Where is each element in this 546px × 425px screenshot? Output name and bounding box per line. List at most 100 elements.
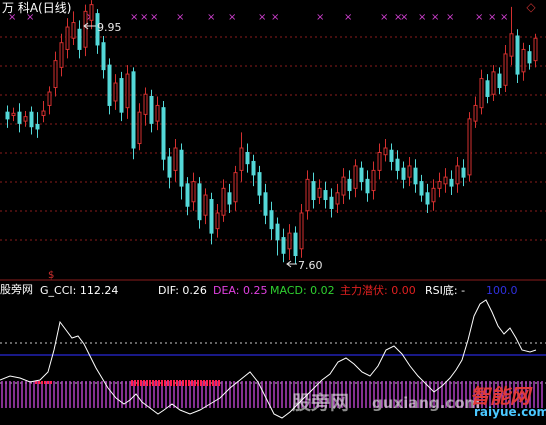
- signal-marker: ×: [380, 12, 388, 23]
- candle: [29, 106, 34, 135]
- candle-body: [281, 237, 286, 254]
- candle: [425, 183, 430, 213]
- candle: [161, 100, 166, 171]
- candle: [275, 217, 280, 256]
- candle: [485, 74, 490, 104]
- signal-marker: ×: [400, 12, 408, 23]
- candle: [197, 177, 202, 229]
- candle: [449, 170, 454, 196]
- candle-body: [341, 176, 346, 196]
- candle: [239, 132, 244, 182]
- signal-marker: ×: [344, 12, 352, 23]
- candle-body: [179, 149, 184, 187]
- candle: [53, 51, 58, 97]
- indicator-value-dif: DIF: 0.26: [158, 284, 207, 297]
- signal-marker: ×: [431, 12, 439, 23]
- low-price-label: 7.60: [298, 259, 323, 272]
- signal-marker: ×: [475, 12, 483, 23]
- candle: [35, 112, 40, 138]
- candle-body: [53, 60, 58, 89]
- candle-body: [173, 147, 178, 171]
- candle-body: [389, 149, 394, 162]
- stock-chart[interactable]: ×××××××××××××××××××××× $: [0, 0, 546, 425]
- candle: [65, 18, 70, 59]
- candle-body: [197, 183, 202, 221]
- signal-marker: ×: [140, 12, 148, 23]
- candle-body: [143, 93, 148, 115]
- indicator-value-macd: MACD: 0.02: [270, 284, 335, 297]
- diamond-icon[interactable]: ◇: [525, 1, 537, 13]
- candle: [365, 170, 370, 202]
- candle: [473, 96, 478, 128]
- candle-body: [191, 181, 196, 203]
- candle: [359, 161, 364, 191]
- candle: [179, 143, 184, 200]
- candle-body: [107, 64, 112, 106]
- candle: [533, 33, 538, 68]
- signal-marker: ×: [207, 12, 215, 23]
- candle-body: [305, 178, 310, 212]
- candle: [245, 143, 250, 173]
- candle-body: [185, 183, 190, 207]
- candle: [437, 172, 442, 198]
- candle-body: [311, 181, 316, 201]
- signal-marker: ×: [488, 12, 496, 23]
- candle: [383, 139, 388, 162]
- candlestick-series[interactable]: [5, 0, 538, 265]
- candle: [215, 204, 220, 238]
- candle: [209, 192, 214, 245]
- indicator-value-rsi-bottom: RSI底: -: [425, 284, 466, 297]
- signal-marker: ×: [228, 12, 236, 23]
- candle-body: [125, 73, 130, 109]
- candle-body: [329, 196, 334, 209]
- candle-body: [149, 95, 154, 124]
- candle: [497, 67, 502, 95]
- candle-body: [371, 169, 376, 192]
- candle-body: [395, 158, 400, 171]
- candle: [461, 159, 466, 187]
- candle-body: [233, 172, 238, 203]
- candle-body: [65, 26, 70, 50]
- candle-body: [23, 116, 28, 122]
- candle-body: [215, 212, 220, 230]
- candle-body: [47, 91, 52, 106]
- candle: [323, 181, 328, 209]
- candle-body: [443, 176, 448, 185]
- candle: [287, 224, 292, 260]
- watermark-left: 股旁网: [292, 392, 350, 414]
- candle-body: [167, 156, 172, 178]
- candle: [521, 42, 526, 81]
- candle: [293, 226, 298, 265]
- candle: [455, 156, 460, 193]
- candle-body: [377, 151, 382, 171]
- candle-body: [29, 111, 34, 128]
- candle-body: [509, 33, 514, 57]
- signal-marker: ×: [500, 12, 508, 23]
- candle: [107, 58, 112, 115]
- signal-marker: ×: [316, 12, 324, 23]
- candle: [185, 177, 190, 216]
- candle: [371, 161, 376, 200]
- candle: [389, 143, 394, 171]
- price-gridlines: [0, 36, 546, 241]
- indicator-value-cci: G_CCI: 112.24: [40, 284, 119, 297]
- candle-body: [11, 112, 16, 117]
- candle: [413, 159, 418, 193]
- candle: [11, 107, 16, 122]
- candle-body: [515, 35, 520, 75]
- candle-body: [353, 165, 358, 189]
- candle: [17, 103, 22, 133]
- candle: [227, 183, 232, 213]
- candle-body: [335, 192, 340, 205]
- candle-body: [161, 107, 166, 160]
- candle: [137, 103, 142, 151]
- candle-body: [239, 147, 244, 171]
- candle-body: [425, 192, 430, 205]
- candle-body: [227, 192, 232, 205]
- candle-body: [365, 178, 370, 194]
- candle-body: [269, 210, 274, 230]
- watermark-site: guxiang.com: [372, 394, 481, 412]
- high-price-label: 9.95: [97, 21, 122, 34]
- candle-body: [347, 178, 352, 192]
- candle: [203, 188, 208, 225]
